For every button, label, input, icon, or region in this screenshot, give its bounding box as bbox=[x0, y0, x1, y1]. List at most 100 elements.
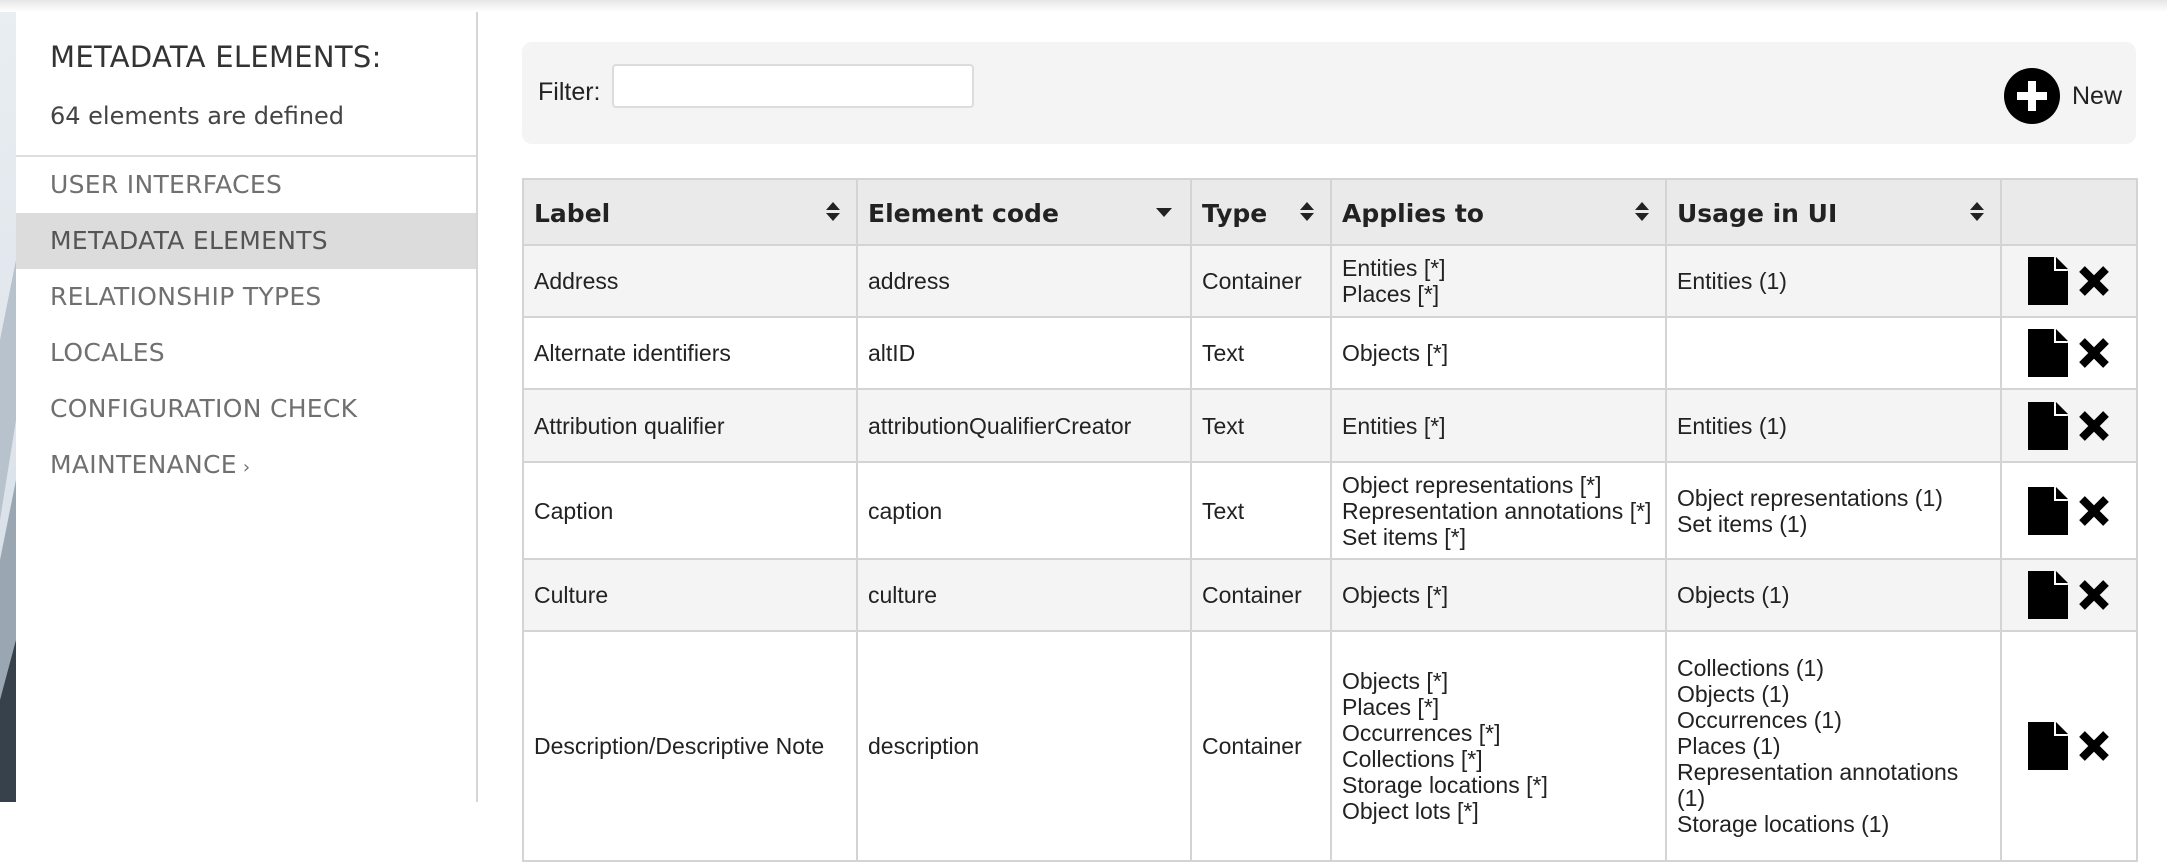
column-header-actions bbox=[2000, 178, 2138, 246]
usage-item: Entities (1) bbox=[1677, 412, 1787, 439]
cell-label: Address bbox=[522, 244, 858, 318]
cell-applies-to: Objects [*] Places [*] Occurrences [*] C… bbox=[1330, 630, 1667, 862]
usage-item: Objects (1) bbox=[1677, 681, 1790, 707]
applies-to-item: Entities [*] bbox=[1342, 412, 1446, 439]
cell-applies-to: Object representations [*] Representatio… bbox=[1330, 461, 1667, 560]
element-count: 64 elements are defined bbox=[50, 102, 345, 130]
sidebar-header: METADATA ELEMENTS: 64 elements are defin… bbox=[16, 12, 476, 157]
applies-to-item: Entities [*] bbox=[1342, 255, 1446, 281]
column-header-usage-in-ui-text: Usage in UI bbox=[1677, 199, 1838, 228]
table-row: Description/Descriptive Note description… bbox=[522, 630, 2138, 862]
edit-document-icon[interactable] bbox=[2028, 401, 2068, 450]
cell-applies-to: Entities [*] bbox=[1330, 388, 1667, 463]
delete-icon[interactable] bbox=[2078, 410, 2110, 442]
cell-element-code: culture bbox=[856, 558, 1192, 632]
applies-to-item: Storage locations [*] bbox=[1342, 772, 1548, 798]
cell-element-code: address bbox=[856, 244, 1192, 318]
delete-icon[interactable] bbox=[2078, 730, 2110, 762]
cell-element-code: description bbox=[856, 630, 1192, 862]
applies-to-item: Object representations [*] bbox=[1342, 471, 1602, 498]
usage-item: (1) bbox=[1677, 785, 1706, 811]
usage-item: Objects (1) bbox=[1677, 582, 1790, 608]
filter-input[interactable] bbox=[612, 64, 974, 108]
cell-element-code: altID bbox=[856, 316, 1192, 390]
nav-item-configuration-check[interactable]: CONFIGURATION CHECK bbox=[16, 381, 476, 437]
column-header-applies-to-text: Applies to bbox=[1342, 199, 1484, 228]
cell-usage-in-ui: Object representations (1) Set items (1) bbox=[1665, 461, 2002, 560]
cell-actions bbox=[2000, 558, 2138, 632]
edit-document-icon[interactable] bbox=[2028, 329, 2068, 377]
applies-to-item: Collections [*] bbox=[1342, 746, 1483, 772]
sidebar-nav: USER INTERFACES METADATA ELEMENTS RELATI… bbox=[16, 157, 476, 493]
usage-item: Places (1) bbox=[1677, 733, 1781, 759]
applies-to-item: Occurrences [*] bbox=[1342, 720, 1501, 746]
sort-icon bbox=[1970, 202, 1984, 222]
cell-actions bbox=[2000, 316, 2138, 390]
cell-usage-in-ui: Entities (1) bbox=[1665, 244, 2002, 318]
delete-icon[interactable] bbox=[2078, 337, 2110, 369]
cell-label: Attribution qualifier bbox=[522, 388, 858, 463]
column-header-usage-in-ui[interactable]: Usage in UI bbox=[1665, 178, 2002, 246]
applies-to-item: Objects [*] bbox=[1342, 668, 1449, 694]
column-header-label-text: Label bbox=[534, 199, 611, 228]
cell-actions bbox=[2000, 244, 2138, 318]
usage-item: Object representations (1) bbox=[1677, 484, 1943, 511]
metadata-elements-table: Label Element code Type Applies to Usage… bbox=[522, 178, 2138, 862]
column-header-type-text: Type bbox=[1202, 199, 1268, 228]
table-row: Address address Container Entities [*] P… bbox=[522, 244, 2138, 318]
nav-item-maintenance-label: MAINTENANCE bbox=[50, 450, 237, 479]
sidebar-title: METADATA ELEMENTS: bbox=[50, 40, 382, 74]
cell-label: Culture bbox=[522, 558, 858, 632]
usage-item: Entities (1) bbox=[1677, 268, 1787, 294]
cell-applies-to: Objects [*] bbox=[1330, 558, 1667, 632]
applies-to-item: Places [*] bbox=[1342, 694, 1440, 720]
edit-document-icon[interactable] bbox=[2028, 571, 2068, 619]
cell-type: Container bbox=[1190, 558, 1332, 632]
edit-document-icon[interactable] bbox=[2028, 257, 2068, 305]
background-decoration bbox=[0, 0, 16, 802]
column-header-applies-to[interactable]: Applies to bbox=[1330, 178, 1667, 246]
delete-icon[interactable] bbox=[2078, 579, 2110, 611]
usage-item: Occurrences (1) bbox=[1677, 707, 1842, 733]
delete-icon[interactable] bbox=[2078, 495, 2110, 527]
nav-item-maintenance[interactable]: MAINTENANCE › bbox=[16, 437, 476, 493]
delete-icon[interactable] bbox=[2078, 265, 2110, 297]
sort-icon bbox=[1300, 202, 1314, 222]
cell-type: Container bbox=[1190, 244, 1332, 318]
edit-document-icon[interactable] bbox=[2028, 486, 2068, 535]
cell-element-code: caption bbox=[856, 461, 1192, 560]
cell-label: Description/Descriptive Note bbox=[522, 630, 858, 862]
nav-item-metadata-elements[interactable]: METADATA ELEMENTS bbox=[16, 213, 476, 269]
column-header-type[interactable]: Type bbox=[1190, 178, 1332, 246]
cell-element-code: attributionQualifierCreator bbox=[856, 388, 1192, 463]
cell-applies-to: Objects [*] bbox=[1330, 316, 1667, 390]
applies-to-item: Set items [*] bbox=[1342, 523, 1466, 550]
table-header-row: Label Element code Type Applies to Usage… bbox=[522, 178, 2138, 246]
cell-applies-to: Entities [*] Places [*] bbox=[1330, 244, 1667, 318]
usage-item: Set items (1) bbox=[1677, 510, 1808, 537]
cell-usage-in-ui bbox=[1665, 316, 2002, 390]
nav-item-relationship-types[interactable]: RELATIONSHIP TYPES bbox=[16, 269, 476, 325]
applies-to-item: Objects [*] bbox=[1342, 582, 1449, 608]
nav-item-locales[interactable]: LOCALES bbox=[16, 325, 476, 381]
top-shadow bbox=[0, 0, 2167, 12]
chevron-right-icon: › bbox=[242, 457, 251, 478]
cell-type: Text bbox=[1190, 461, 1332, 560]
nav-item-user-interfaces[interactable]: USER INTERFACES bbox=[16, 157, 476, 213]
cell-actions bbox=[2000, 388, 2138, 463]
new-button-label: New bbox=[2071, 81, 2122, 110]
sort-icon bbox=[1635, 202, 1649, 222]
column-header-label[interactable]: Label bbox=[522, 178, 858, 246]
new-button[interactable]: New bbox=[2003, 68, 2122, 124]
sort-descending-icon bbox=[1156, 208, 1172, 217]
table-row: Culture culture Container Objects [*] Ob… bbox=[522, 558, 2138, 632]
cell-usage-in-ui: Entities (1) bbox=[1665, 388, 2002, 463]
plus-circle-icon bbox=[2003, 68, 2060, 124]
cell-label: Caption bbox=[522, 461, 858, 560]
applies-to-item: Representation annotations [*] bbox=[1342, 497, 1652, 524]
column-header-element-code[interactable]: Element code bbox=[856, 178, 1192, 246]
applies-to-item: Places [*] bbox=[1342, 281, 1440, 307]
table-row: Alternate identifiers altID Text Objects… bbox=[522, 316, 2138, 390]
cell-label: Alternate identifiers bbox=[522, 316, 858, 390]
edit-document-icon[interactable] bbox=[2028, 722, 2068, 770]
